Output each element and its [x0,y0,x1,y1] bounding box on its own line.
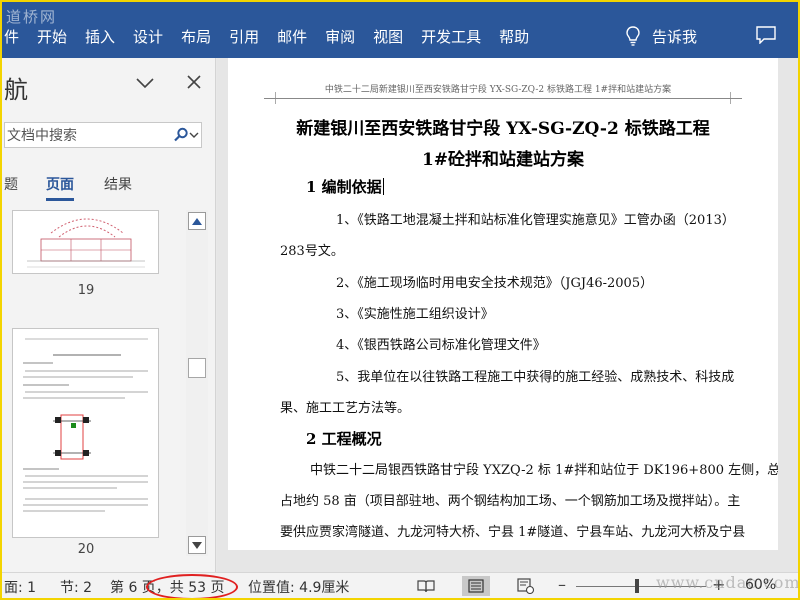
watermark-url: www.cndao.com [656,573,800,592]
thumbnails-scrollbar[interactable] [186,210,208,556]
document-title-line1: 新建银川至西安铁路甘宁段 YX-SG-ZQ-2 标铁路工程 [296,119,710,139]
tab-home[interactable]: 开始 [28,26,76,47]
print-layout-icon [468,579,484,593]
page-number-19: 19 [77,283,95,298]
section-heading-1: 1 编制依据 [306,176,384,197]
navigation-pane: 航 文档中搜索 题 页面 结果 19 20 [0,58,216,572]
ribbon-tabs: 件 开始 插入 设计 布局 引用 邮件 审阅 视图 开发工具 帮助 [0,22,538,50]
book-icon [417,580,435,593]
paragraph: 5、我单位在以往铁路工程施工中获得的施工经验、成熟技术、科技成 [336,370,735,385]
document-area: 中铁二十二局新建银川至西安铁路甘宁段 YX-SG-ZQ-2 标铁路工程 1#拌和… [217,58,800,572]
nav-tabs: 题 页面 结果 [0,174,132,201]
zoom-slider-handle[interactable] [635,579,639,593]
highlight-circle [146,574,238,600]
zoom-level[interactable]: 60% [745,577,776,593]
page-thumbnail-20[interactable] [12,328,159,538]
status-bar: 面: 1 节: 2 第 6 页，共 53 页 位置值: 4.9厘米 – + ww… [0,572,800,600]
search-dropdown[interactable] [173,127,199,143]
zoom-out-button[interactable]: – [558,575,566,594]
document-title-line2: 1#砼拌和站建站方案 [421,150,585,170]
paragraph: 1、《铁路工地混凝土拌和站标准化管理实施意见》工管办函（2013） [336,213,735,228]
tab-help[interactable]: 帮助 [490,26,538,47]
page-thumbnail-19[interactable] [12,210,159,274]
nav-pane-title: 航 [4,76,28,104]
tab-developer[interactable]: 开发工具 [412,26,490,47]
section-heading-text: 1 编制依据 [306,178,382,196]
nav-close-button[interactable] [187,74,201,93]
status-position[interactable]: 位置值: 4.9厘米 [248,577,349,597]
web-layout-button[interactable] [512,576,540,596]
paragraph: 中铁二十二局银西铁路甘宁段 YXZQ-2 标 1#拌和站位于 DK196+800… [310,463,778,478]
thumbnail-text-lines [23,338,148,512]
thumbnail-drawing [27,218,145,268]
scroll-down-button[interactable] [188,536,206,554]
comment-icon [756,26,776,45]
nav-tab-headings[interactable]: 题 [4,174,18,201]
search-icon [174,127,188,142]
tab-references[interactable]: 引用 [220,26,268,47]
close-icon [187,75,201,89]
tell-me-label: 告诉我 [652,27,698,46]
triangle-up-icon [192,217,202,225]
tab-insert[interactable]: 插入 [76,26,124,47]
page-number-20: 20 [77,542,95,557]
page-thumbnails: 19 20 [0,210,182,560]
status-page[interactable]: 面: 1 [4,577,36,597]
nav-tab-pages[interactable]: 页面 [46,174,74,201]
text-cursor [382,178,384,195]
nav-options-button[interactable] [136,74,154,93]
nav-tab-results[interactable]: 结果 [104,174,132,201]
tab-file[interactable]: 件 [0,26,28,47]
tab-mailings[interactable]: 邮件 [268,26,316,47]
ribbon: 道桥网 件 开始 插入 设计 布局 引用 邮件 审阅 视图 开发工具 帮助 告诉… [0,0,800,58]
paragraph: 2、《施工现场临时用电安全技术规范》（JGJ46-2005） [336,276,654,291]
chevron-down-icon [136,78,154,89]
scroll-up-button[interactable] [188,212,206,230]
tab-design[interactable]: 设计 [124,26,172,47]
paragraph: 要供应贾家湾隧道、九龙河特大桥、宁县 1#隧道、宁县车站、九龙河大桥及宁县 [280,525,746,540]
tab-review[interactable]: 审阅 [316,26,364,47]
web-layout-icon [517,578,535,594]
paragraph: 283号文。 [280,244,344,259]
page-header: 中铁二十二局新建银川至西安铁路甘宁段 YX-SG-ZQ-2 标铁路工程 1#拌和… [324,85,672,95]
paragraph: 4、《银西铁路公司标准化管理文件》 [336,338,546,353]
scrollbar-thumb[interactable] [188,358,206,378]
section-heading-2: 2 工程概况 [306,430,382,448]
tab-layout[interactable]: 布局 [172,26,220,47]
header-rule [264,98,742,99]
lightbulb-icon [626,26,640,46]
nav-search-input[interactable]: 文档中搜索 [4,122,202,148]
document-page[interactable]: 中铁二十二局新建银川至西安铁路甘宁段 YX-SG-ZQ-2 标铁路工程 1#拌和… [228,58,778,550]
tell-me-box[interactable]: 告诉我 [626,22,697,50]
comments-button[interactable] [756,26,776,48]
paragraph: 占地约 58 亩（项目部驻地、两个钢结构加工场、一个钢筋加工场及搅拌站）。主 [280,494,741,509]
tab-view[interactable]: 视图 [364,26,412,47]
paragraph: 3、《实施性施工组织设计》 [336,307,494,322]
read-mode-button[interactable] [412,576,440,596]
triangle-down-icon [192,541,202,549]
chevron-down-icon [189,132,199,138]
print-layout-button[interactable] [462,576,490,596]
paragraph: 果、施工工艺方法等。 [280,401,411,416]
status-section[interactable]: 节: 2 [60,577,92,597]
search-placeholder: 文档中搜索 [7,128,77,144]
